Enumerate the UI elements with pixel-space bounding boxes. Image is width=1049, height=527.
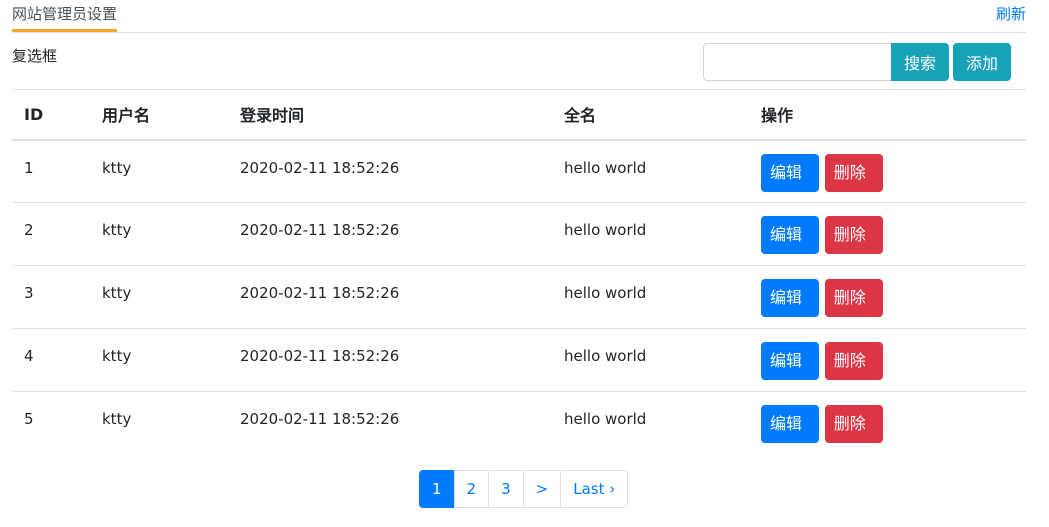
search-group: 搜索: [703, 43, 949, 81]
delete-button[interactable]: 删除: [824, 216, 883, 254]
cell-login-time: 2020-02-11 18:52:26: [228, 139, 552, 203]
column-header-fullname: 全名: [552, 89, 749, 141]
page-1-button[interactable]: 1: [419, 470, 455, 508]
delete-button[interactable]: 删除: [824, 153, 883, 192]
cell-actions: 编辑 删除: [749, 139, 1026, 203]
edit-button[interactable]: 编辑: [761, 342, 819, 380]
edit-button[interactable]: 编辑: [761, 279, 819, 317]
add-button[interactable]: 添加: [953, 43, 1011, 81]
page-2-button[interactable]: 2: [453, 470, 490, 508]
cell-actions: 编辑 删除: [749, 265, 1026, 329]
pagination: 1 2 3 > Last ›: [419, 470, 629, 508]
column-header-actions: 操作: [749, 89, 1026, 141]
refresh-link[interactable]: 刷新: [996, 5, 1026, 24]
cell-username: ktty: [102, 410, 132, 428]
page-header: 网站管理员设置 刷新: [12, 0, 1026, 33]
cell-username: ktty: [90, 328, 228, 392]
table-row: 5 ktty 2020-02-11 18:52:26 hello world 编…: [12, 392, 1026, 455]
edit-button[interactable]: 编辑: [761, 405, 819, 443]
page-3-button[interactable]: 3: [488, 470, 524, 508]
delete-button[interactable]: 删除: [824, 342, 883, 380]
cell-fullname: hello world: [552, 328, 749, 392]
delete-button[interactable]: 删除: [824, 405, 883, 443]
cell-login-time: 2020-02-11 18:52:26: [228, 202, 552, 266]
cell-fullname: hello world: [552, 265, 749, 329]
checkbox-label: 复选框: [12, 47, 58, 65]
cell-fullname: hello world: [564, 410, 647, 428]
search-button[interactable]: 搜索: [891, 43, 949, 81]
edit-button[interactable]: 编辑: [761, 153, 819, 192]
cell-fullname: hello world: [552, 139, 749, 203]
cell-username: ktty: [90, 265, 228, 329]
cell-fullname: hello world: [552, 202, 749, 266]
cell-actions: 编辑 删除: [749, 328, 1026, 392]
cell-id: 2: [12, 202, 90, 266]
cell-id: 4: [12, 328, 90, 392]
last-page-button[interactable]: Last ›: [560, 470, 629, 508]
cell-id: 1: [12, 139, 90, 203]
table-row: 1 ktty 2020-02-11 18:52:26 hello world 编…: [12, 139, 1026, 203]
cell-login-time: 2020-02-11 18:52:26: [228, 328, 552, 392]
cell-actions: 编辑 删除: [749, 392, 1026, 455]
cell-username: ktty: [90, 139, 228, 203]
delete-button[interactable]: 删除: [824, 279, 883, 317]
column-header-username: 用户名: [90, 89, 228, 141]
admin-table: ID 用户名 登录时间 全名 操作 1 ktty 2020-02-11 18:5…: [12, 89, 1026, 455]
cell-id: 3: [12, 265, 90, 329]
tab-admin-settings[interactable]: 网站管理员设置: [12, 5, 118, 32]
next-page-button[interactable]: >: [522, 470, 562, 508]
cell-login-time: 2020-02-11 18:52:26: [240, 410, 400, 428]
table-row: 3 ktty 2020-02-11 18:52:26 hello world 编…: [12, 265, 1026, 329]
search-input[interactable]: [703, 43, 891, 81]
table-row: 4 ktty 2020-02-11 18:52:26 hello world 编…: [12, 328, 1026, 392]
table-header-row: ID 用户名 登录时间 全名 操作: [12, 89, 1026, 141]
cell-login-time: 2020-02-11 18:52:26: [228, 265, 552, 329]
table-row: 2 ktty 2020-02-11 18:52:26 hello world 编…: [12, 202, 1026, 266]
cell-actions: 编辑 删除: [749, 202, 1026, 266]
column-header-id: ID: [12, 89, 90, 141]
cell-username: ktty: [90, 202, 228, 266]
cell-id: 5: [24, 410, 34, 428]
column-header-login-time: 登录时间: [228, 89, 552, 141]
edit-button[interactable]: 编辑: [761, 216, 819, 254]
